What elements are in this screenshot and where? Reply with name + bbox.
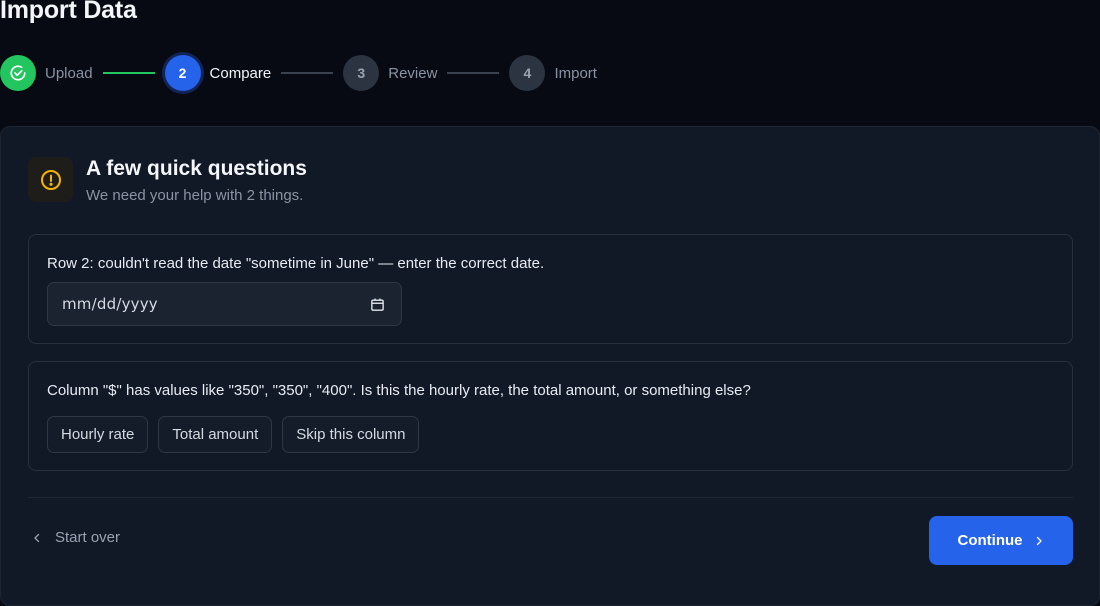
step-connector [447, 72, 500, 74]
step-label-review: Review [388, 64, 438, 82]
answer-options: Hourly rate Total amount Skip this colum… [47, 416, 420, 453]
alert-circle-icon [40, 169, 61, 190]
questions-card: A few quick questions We need your help … [0, 126, 1100, 606]
continue-label: Continue [957, 532, 1023, 549]
hourly-rate-button[interactable]: Hourly rate [47, 416, 149, 453]
page-title: Import Data [0, 0, 137, 24]
step-number: 2 [164, 55, 201, 91]
card-title: A few quick questions [86, 157, 307, 180]
question-column: Column "$" has values like "350", "350",… [28, 361, 1073, 471]
step-review[interactable]: 3 Review [343, 55, 437, 91]
skip-column-button[interactable]: Skip this column [282, 416, 420, 453]
date-placeholder: mm/dd/yyyy [62, 295, 158, 313]
total-amount-button[interactable]: Total amount [158, 416, 273, 453]
step-upload[interactable]: Upload [0, 55, 93, 91]
question-text: Row 2: couldn't read the date "sometime … [47, 255, 545, 272]
question-date: Row 2: couldn't read the date "sometime … [28, 234, 1073, 344]
date-input[interactable]: mm/dd/yyyy [47, 282, 402, 326]
step-label-compare: Compare [209, 64, 272, 82]
step-import[interactable]: 4 Import [509, 55, 597, 91]
continue-button[interactable]: Continue [929, 516, 1073, 565]
footer-divider [28, 497, 1073, 498]
chevron-left-icon [34, 533, 40, 542]
step-connector [102, 72, 155, 74]
question-text: Column "$" has values like "350", "350",… [47, 382, 751, 399]
step-number: 3 [343, 55, 380, 91]
step-number: 4 [509, 55, 546, 91]
alert-icon-container [28, 157, 73, 202]
step-compare[interactable]: 2 Compare [164, 55, 272, 91]
check-circle-icon [0, 55, 36, 91]
chevron-right-icon [1036, 536, 1042, 545]
start-over-button[interactable]: Start over [31, 529, 120, 546]
step-label-upload: Upload [45, 64, 93, 82]
card-subtitle: We need your help with 2 things. [86, 187, 304, 204]
step-label-import: Import [554, 64, 597, 82]
calendar-icon[interactable] [370, 297, 385, 312]
start-over-label: Start over [55, 529, 121, 546]
step-connector [281, 72, 334, 74]
stepper: Upload 2 Compare 3 Review 4 Import [0, 54, 597, 92]
